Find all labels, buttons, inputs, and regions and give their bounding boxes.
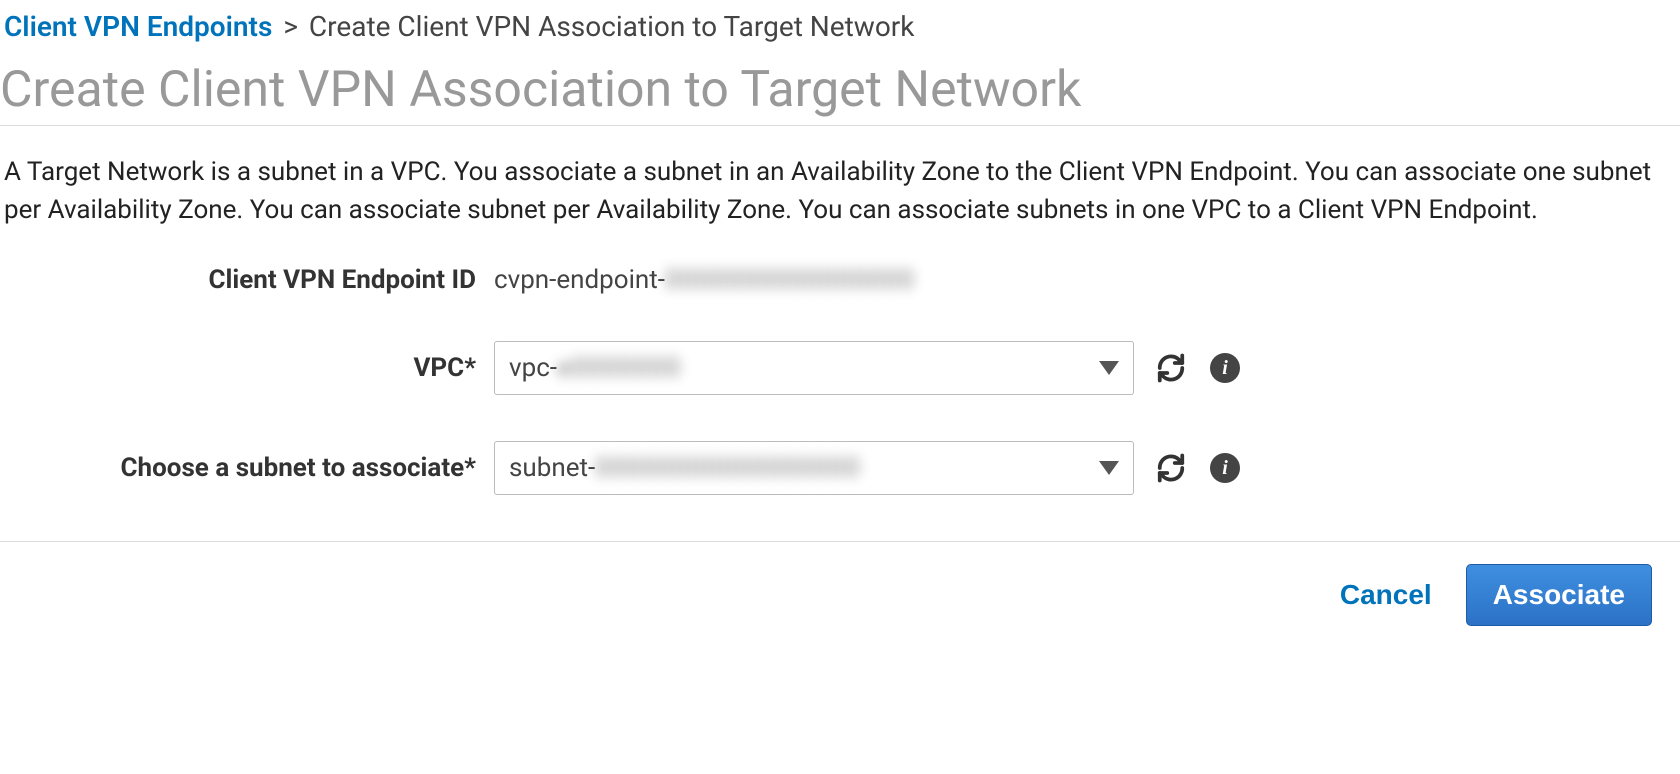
row-vpc: VPC* vpc-e0000000 i <box>4 341 1676 395</box>
footer-actions: Cancel Associate <box>0 541 1680 626</box>
cancel-button[interactable]: Cancel <box>1332 565 1440 625</box>
value-endpoint-id: cvpn-endpoint-0000000000000000 <box>494 265 915 295</box>
page-title: Create Client VPN Association to Target … <box>0 61 1680 126</box>
refresh-subnet-button[interactable] <box>1156 453 1186 483</box>
refresh-icon <box>1156 453 1186 483</box>
associate-button[interactable]: Associate <box>1466 564 1652 626</box>
info-vpc-button[interactable]: i <box>1210 353 1240 383</box>
label-subnet: Choose a subnet to associate* <box>4 453 494 483</box>
breadcrumb-separator: > <box>279 10 302 43</box>
info-icon: i <box>1210 353 1240 383</box>
info-subnet-button[interactable]: i <box>1210 453 1240 483</box>
chevron-down-icon <box>1099 461 1119 475</box>
label-vpc: VPC* <box>4 353 494 383</box>
select-subnet[interactable]: subnet-00000000000000000 <box>494 441 1134 495</box>
info-icon: i <box>1210 453 1240 483</box>
breadcrumb-link-endpoints[interactable]: Client VPN Endpoints <box>4 10 272 43</box>
refresh-vpc-button[interactable] <box>1156 353 1186 383</box>
chevron-down-icon <box>1099 361 1119 375</box>
breadcrumb: Client VPN Endpoints > Create Client VPN… <box>0 0 1680 47</box>
row-subnet: Choose a subnet to associate* subnet-000… <box>4 441 1676 495</box>
page-description: A Target Network is a subnet in a VPC. Y… <box>4 154 1676 229</box>
refresh-icon <box>1156 353 1186 383</box>
select-vpc[interactable]: vpc-e0000000 <box>494 341 1134 395</box>
row-endpoint-id: Client VPN Endpoint ID cvpn-endpoint-000… <box>4 265 1676 295</box>
breadcrumb-current: Create Client VPN Association to Target … <box>309 10 915 43</box>
label-endpoint-id: Client VPN Endpoint ID <box>4 265 494 295</box>
